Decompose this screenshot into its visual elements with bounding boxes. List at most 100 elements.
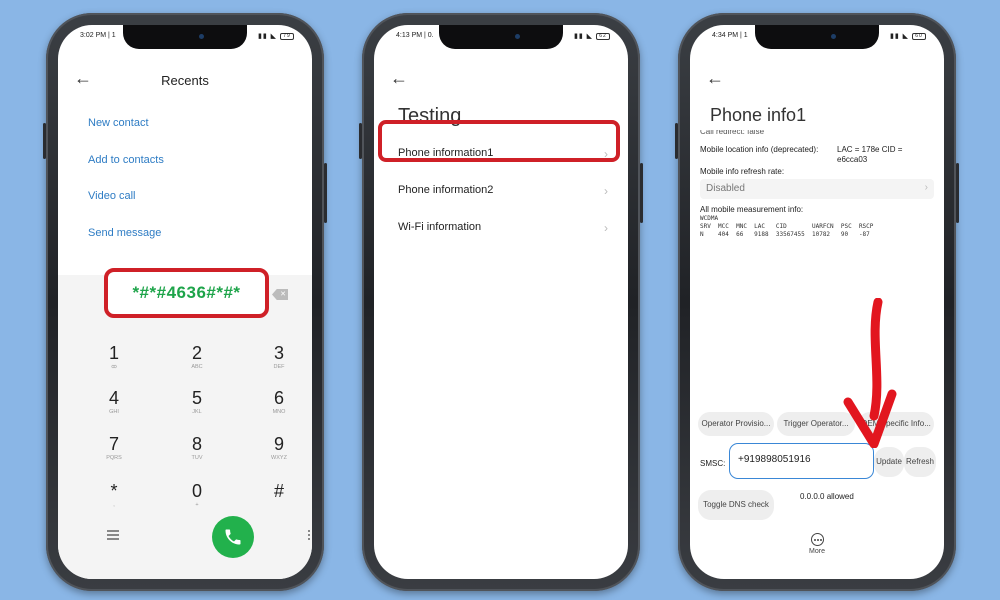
add-to-contacts-link[interactable]: Add to contacts [88, 154, 164, 166]
testing-screen: 4:13 PM | 0. ▮▮ ◣ 62 ← Testing Phone inf… [374, 25, 628, 579]
key-6[interactable]: 6 MNO [249, 389, 309, 416]
key-number: 2 [191, 343, 202, 363]
key-letters: MNO [272, 409, 286, 415]
location-info-value: LAC = 178e CID = [837, 145, 903, 154]
key-number: 6 [273, 388, 284, 408]
video-call-link[interactable]: Video call [88, 190, 136, 202]
refresh-button[interactable]: Refresh [904, 447, 936, 477]
refresh-rate-select[interactable]: Disabled › [700, 179, 934, 199]
key-number: 3 [273, 343, 284, 363]
key-number: 1 [108, 343, 119, 363]
location-info-label: Mobile location info (deprecated): [700, 145, 819, 154]
battery-icon: 62 [596, 32, 610, 40]
back-arrow-icon[interactable]: ← [390, 69, 408, 87]
item-label: Phone information2 [398, 184, 494, 196]
call-redirect-text: Call redirect: false [700, 130, 765, 135]
camera-icon [515, 34, 520, 39]
dialpad-icon[interactable] [308, 530, 312, 542]
refresh-rate-label: Mobile info refresh rate: [700, 167, 785, 176]
more-icon [810, 533, 824, 546]
dialed-number: *#*#4636#*#* [132, 283, 241, 302]
item-label: Wi-Fi information [398, 221, 482, 233]
key-letters: TUV [191, 455, 203, 461]
key-number: 8 [191, 434, 202, 454]
update-button[interactable]: Update [874, 447, 904, 477]
key-8[interactable]: 8 TUV [167, 435, 227, 462]
phone-information1-highlight [378, 120, 620, 162]
status-time: 4:13 PM | 0. [396, 32, 434, 39]
key-number: 9 [273, 434, 284, 454]
meas-line: WCDMA [700, 215, 719, 222]
call-button[interactable] [212, 516, 254, 558]
smsc-input[interactable]: +919898051916 [729, 443, 874, 479]
status-time: 4:34 PM | 1 [712, 32, 748, 39]
red-arrow-annotation [843, 298, 897, 448]
refresh-rate-value: Disabled [706, 183, 745, 194]
more-button[interactable]: More [690, 533, 944, 555]
key-number: 0 [191, 481, 202, 501]
measurement-table: WCDMA SRV MCC MNC LAC CID UARFCN PSC RSCP… [700, 215, 873, 239]
key-letters: + [195, 502, 199, 508]
dialed-code-highlight: *#*#4636#*#* [104, 268, 269, 318]
status-time: 3:02 PM | 1 [80, 32, 116, 39]
meas-line: N 404 66 9188 33567455 10782 90 -87 [700, 231, 870, 238]
key-letters: , [113, 502, 115, 508]
dns-check-value: 0.0.0.0 allowed [800, 492, 854, 501]
key-star[interactable]: *, [84, 482, 144, 509]
meas-line: SRV MCC MNC LAC CID UARFCN PSC RSCP [700, 223, 874, 230]
phone-info-screen: 4:34 PM | 1 ▮▮ ◣ 60 ← Phone info1 Call r… [690, 25, 944, 579]
status-icons: ▮▮ ◣ 60 [890, 32, 926, 40]
key-letters: PQRS [106, 455, 122, 461]
key-letters: ABC [191, 364, 203, 370]
key-letters: DEF [273, 364, 285, 370]
phone-information2-item[interactable]: Phone information2 › [398, 184, 614, 198]
new-contact-link[interactable]: New contact [88, 117, 149, 129]
phone-info: 4:34 PM | 1 ▮▮ ◣ 60 ← Phone info1 Call r… [675, 13, 959, 591]
page-title: Phone info1 [710, 105, 807, 125]
key-letters: WXYZ [271, 455, 287, 461]
key-number: 5 [191, 388, 202, 408]
status-icons: ▮▮ ◣ 62 [574, 32, 610, 40]
key-9[interactable]: 9 WXYZ [249, 435, 309, 462]
key-number: 7 [108, 434, 119, 454]
phone-testing: 4:13 PM | 0. ▮▮ ◣ 62 ← Testing Phone inf… [359, 13, 643, 591]
key-hash[interactable]: # [249, 482, 309, 501]
key-number: 4 [108, 388, 119, 408]
key-7[interactable]: 7 PQRS [84, 435, 144, 462]
key-number: * [110, 481, 118, 501]
location-info-value-2: e6cca03 [837, 155, 868, 164]
key-4[interactable]: 4 GHI [84, 389, 144, 416]
notch [123, 25, 247, 49]
battery-icon: 79 [280, 32, 294, 40]
menu-icon[interactable] [107, 530, 119, 540]
operator-provisioning-button[interactable]: Operator Provisio... [698, 412, 774, 436]
send-message-link[interactable]: Send message [88, 227, 161, 239]
key-letters: JKL [192, 409, 202, 415]
toggle-dns-check-button[interactable]: Toggle DNS check [698, 490, 774, 520]
wifi-information-item[interactable]: Wi-Fi information › [398, 221, 614, 235]
phone-dialer: 3:02 PM | 1 ▮▮ ◣ 79 ← Recents New contac… [43, 13, 327, 591]
status-icons: ▮▮ ◣ 79 [258, 32, 294, 40]
battery-icon: 60 [912, 32, 926, 40]
page-title: Recents [161, 73, 209, 88]
camera-icon [199, 34, 204, 39]
chevron-right-icon: › [604, 221, 608, 235]
key-2[interactable]: 2 ABC [167, 344, 227, 371]
notch [439, 25, 563, 49]
dialpad-panel [58, 275, 312, 579]
key-number: # [273, 481, 284, 501]
key-3[interactable]: 3 DEF [249, 344, 309, 371]
chevron-right-icon: › [924, 182, 928, 193]
camera-icon [831, 34, 836, 39]
back-arrow-icon[interactable]: ← [706, 69, 724, 87]
key-1[interactable]: 1ꝏ [84, 344, 144, 371]
voicemail-icon: ꝏ [111, 364, 117, 370]
phone-icon [225, 529, 241, 545]
smsc-label: SMSC: [700, 459, 726, 468]
key-0[interactable]: 0 + [167, 482, 227, 509]
key-5[interactable]: 5 JKL [167, 389, 227, 416]
measurement-label: All mobile measurement info: [700, 205, 804, 214]
chevron-right-icon: › [604, 184, 608, 198]
notch [755, 25, 879, 49]
key-letters: GHI [109, 409, 119, 415]
